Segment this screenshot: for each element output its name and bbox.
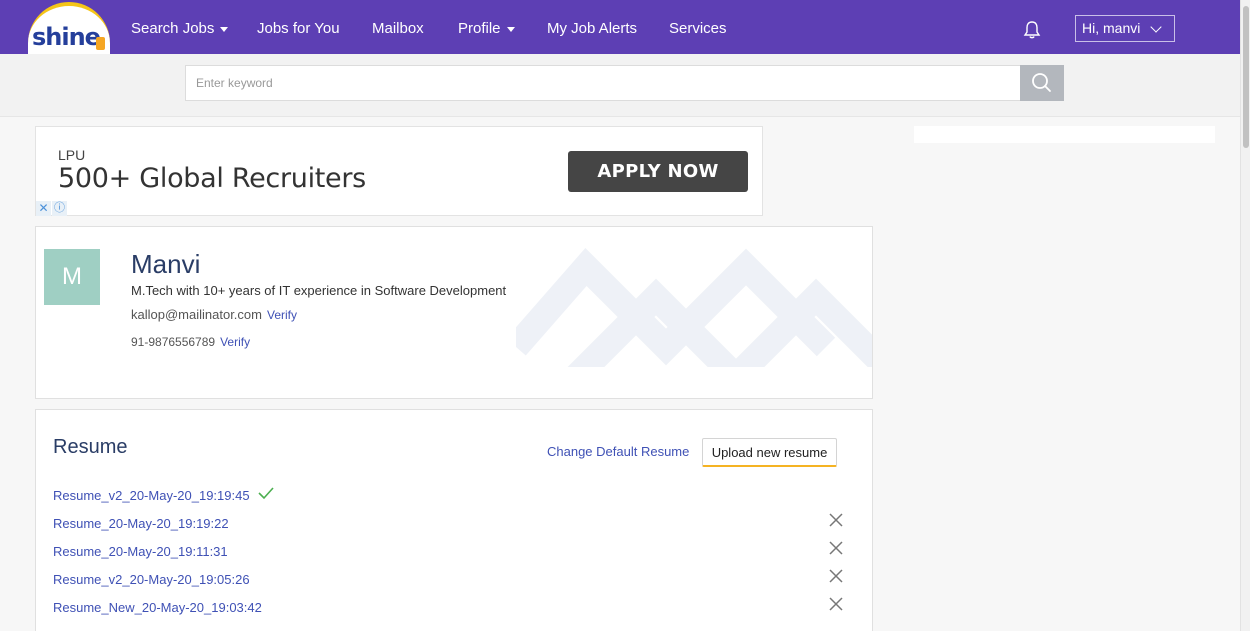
delete-icon[interactable]	[829, 513, 843, 527]
caret-down-icon	[506, 26, 515, 32]
search-button[interactable]	[1020, 65, 1064, 101]
search-input[interactable]	[185, 65, 1021, 101]
right-rail-placeholder	[914, 126, 1215, 143]
profile-email-row: kallop@mailinator.com Verify	[131, 307, 297, 322]
change-default-resume-link[interactable]: Change Default Resume	[547, 444, 689, 459]
profile-email: kallop@mailinator.com	[131, 307, 262, 322]
nav-mailbox[interactable]: Mailbox	[372, 20, 424, 37]
chevron-down-icon	[1150, 21, 1162, 33]
profile-name: Manvi	[131, 249, 201, 279]
resume-file-link[interactable]: Resume_New_20-May-20_19:03:42	[53, 600, 262, 615]
resume-card: Resume Change Default Resume Upload new …	[35, 409, 873, 631]
nav-label: Services	[669, 20, 727, 37]
resume-list-item: Resume_New_20-May-20_19:03:42	[53, 597, 843, 620]
nav-label: Mailbox	[372, 20, 424, 37]
nav-label: Profile	[458, 20, 501, 37]
nav-my-job-alerts[interactable]: My Job Alerts	[547, 20, 637, 37]
avatar: M	[44, 249, 100, 305]
resume-section-title: Resume	[53, 436, 128, 458]
top-navbar: shine Search Jobs Jobs for You Mailbox P…	[0, 0, 1240, 54]
ad-banner[interactable]: LPU 500+ Global Recruiters APPLY NOW ✕ ⓘ	[35, 126, 763, 216]
nav-label: My Job Alerts	[547, 20, 638, 37]
upload-new-resume-button[interactable]: Upload new resume	[702, 438, 837, 467]
resume-list-item: Resume_v2_20-May-20_19:19:45	[53, 487, 843, 508]
ad-brand: LPU	[58, 147, 86, 163]
nav-services[interactable]: Services	[669, 20, 727, 37]
decorative-pattern	[516, 247, 872, 367]
delete-icon[interactable]	[829, 597, 843, 611]
resume-list-item: Resume_20-May-20_19:11:31	[53, 541, 843, 564]
verify-email-link[interactable]: Verify	[267, 308, 297, 322]
user-greeting: Hi, manvi	[1082, 20, 1141, 36]
caret-down-icon	[220, 26, 229, 32]
profile-phone: 91-9876556789	[131, 335, 216, 349]
apply-now-button[interactable]: APPLY NOW	[568, 151, 748, 192]
profile-headline: M.Tech with 10+ years of IT experience i…	[131, 283, 507, 298]
default-check-icon	[258, 487, 274, 500]
shine-logo[interactable]: shine	[28, 2, 110, 54]
user-menu-button[interactable]: Hi, manvi	[1075, 15, 1175, 42]
resume-file-link[interactable]: Resume_v2_20-May-20_19:05:26	[53, 572, 250, 587]
resume-file-link[interactable]: Resume_20-May-20_19:19:22	[53, 516, 229, 531]
ad-headline: 500+ Global Recruiters	[58, 163, 366, 194]
resume-file-link[interactable]: Resume_20-May-20_19:11:31	[53, 544, 228, 559]
nav-search-jobs[interactable]: Search Jobs	[131, 20, 229, 37]
nav-jobs-for-you[interactable]: Jobs for You	[257, 20, 340, 37]
nav-label: Search Jobs	[131, 20, 215, 37]
search-icon	[1032, 73, 1051, 92]
profile-phone-row: 91-9876556789 Verify	[131, 335, 250, 349]
nav-label: Jobs for You	[257, 20, 340, 37]
ad-close-icon[interactable]: ✕	[36, 201, 51, 216]
verify-phone-link[interactable]: Verify	[220, 335, 250, 349]
logo-badge	[96, 37, 105, 50]
resume-file-link[interactable]: Resume_v2_20-May-20_19:19:45	[53, 488, 250, 503]
bell-icon[interactable]	[1022, 20, 1042, 40]
logo-text: shine	[32, 23, 101, 51]
nav-profile[interactable]: Profile	[458, 20, 515, 37]
delete-icon[interactable]	[829, 569, 843, 583]
scrollbar-thumb[interactable]	[1243, 6, 1249, 148]
resume-list-item: Resume_20-May-20_19:19:22	[53, 513, 843, 536]
resume-list-item: Resume_v2_20-May-20_19:05:26	[53, 569, 843, 592]
ad-info-icon[interactable]: ⓘ	[52, 201, 67, 216]
page-scrollbar[interactable]	[1240, 0, 1250, 631]
delete-icon[interactable]	[829, 541, 843, 555]
profile-card: M Manvi M.Tech with 10+ years of IT expe…	[35, 226, 873, 399]
search-bar	[0, 54, 1240, 117]
